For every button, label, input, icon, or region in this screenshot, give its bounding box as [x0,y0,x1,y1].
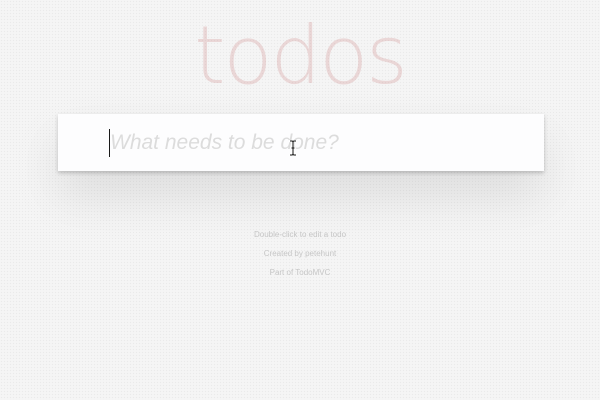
info-todomvc-text: Part of TodoMVC [269,268,331,277]
new-todo-input[interactable] [110,114,530,171]
info-credit-text: Created by petehunt [263,249,337,258]
app-title: todos [194,9,408,102]
info-hint-text: Double-click to edit a todo [253,230,347,239]
todo-app-panel [58,114,544,171]
text-caret [109,129,110,157]
info-footer: Double-click to edit a todo Created by p… [0,228,600,285]
text-ibeam-cursor-icon [289,140,297,156]
